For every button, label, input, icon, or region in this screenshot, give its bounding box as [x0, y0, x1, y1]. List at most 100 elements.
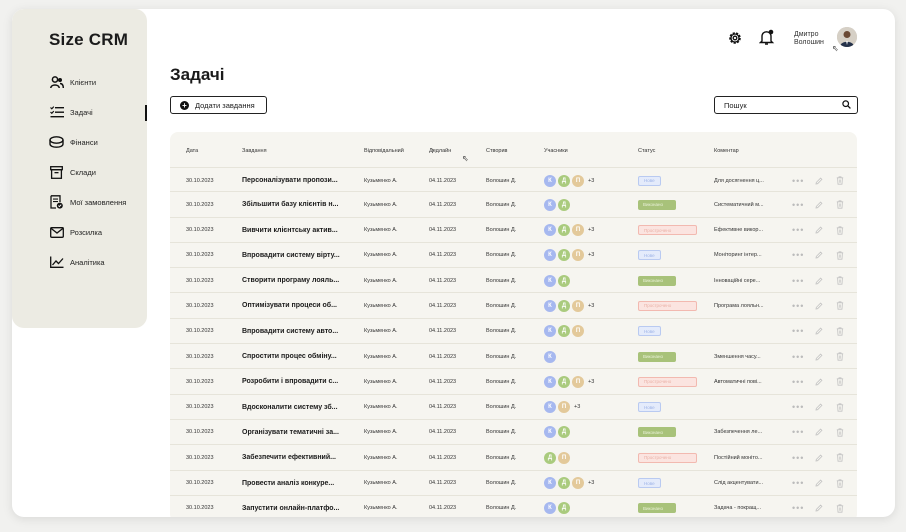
delete-trash-icon[interactable]: [836, 395, 844, 420]
participant-avatar[interactable]: Д: [558, 426, 570, 439]
settings-gear-icon[interactable]: [727, 30, 743, 46]
participant-avatar[interactable]: П: [558, 401, 570, 414]
user-avatar[interactable]: [837, 27, 857, 47]
participant-avatar[interactable]: П: [572, 249, 584, 262]
participant-avatar[interactable]: Д: [544, 451, 556, 464]
edit-pencil-icon[interactable]: [815, 471, 823, 496]
status-badge[interactable]: Прострочено: [638, 376, 697, 387]
edit-pencil-icon[interactable]: [815, 268, 823, 293]
edit-pencil-icon[interactable]: [815, 395, 823, 420]
sidebar-item-finance[interactable]: Фінанси: [12, 127, 147, 157]
more-options-icon[interactable]: •••: [792, 496, 804, 517]
row-task-title[interactable]: Організувати тематичні за...: [242, 420, 339, 445]
add-task-button[interactable]: + Додати завдання: [170, 96, 267, 114]
status-badge[interactable]: Нове: [638, 250, 661, 261]
table-row[interactable]: 30.10.2023 Розробити і впровадити с... Куз…: [170, 369, 857, 395]
table-row[interactable]: 30.10.2023 Збільшити базу клієнтів н... Ку…: [170, 192, 857, 218]
edit-pencil-icon[interactable]: [815, 344, 823, 369]
row-task-title[interactable]: Вдосконалити систему зб...: [242, 395, 338, 420]
search-icon[interactable]: [842, 96, 851, 114]
status-badge[interactable]: Нове: [638, 402, 661, 413]
delete-trash-icon[interactable]: [836, 496, 844, 517]
table-row[interactable]: 30.10.2023 Спростити процес обміну... Кузь…: [170, 344, 857, 370]
table-row[interactable]: 30.10.2023 Організувати тематичні за... Ку…: [170, 420, 857, 446]
column-header-responsible[interactable]: Відповідальний: [364, 148, 404, 154]
row-task-title[interactable]: Оптимізувати процеси об...: [242, 293, 337, 318]
participant-avatar[interactable]: К: [544, 401, 556, 414]
delete-trash-icon[interactable]: [836, 344, 844, 369]
participant-avatar[interactable]: Д: [558, 375, 570, 388]
status-badge[interactable]: Нове: [638, 478, 661, 489]
status-badge[interactable]: Нове: [638, 326, 661, 337]
delete-trash-icon[interactable]: [836, 268, 844, 293]
sidebar-item-my-orders[interactable]: Мої замовлення: [12, 187, 147, 217]
delete-trash-icon[interactable]: [836, 319, 844, 344]
participants-more-count[interactable]: +3: [588, 252, 594, 258]
edit-pencil-icon[interactable]: [815, 496, 823, 517]
participant-avatar[interactable]: П: [572, 477, 584, 490]
more-options-icon[interactable]: •••: [792, 218, 804, 243]
more-options-icon[interactable]: •••: [792, 319, 804, 344]
more-options-icon[interactable]: •••: [792, 395, 804, 420]
participant-avatar[interactable]: К: [544, 375, 556, 388]
row-task-title[interactable]: Персоналізувати пропози...: [242, 168, 338, 193]
participant-avatar[interactable]: К: [544, 299, 556, 312]
table-row[interactable]: 30.10.2023 Впровадити систему вірту... Куз…: [170, 243, 857, 269]
row-task-title[interactable]: Спростити процес обміну...: [242, 344, 337, 369]
more-options-icon[interactable]: •••: [792, 445, 804, 470]
participant-avatar[interactable]: К: [544, 325, 556, 338]
notification-bell-icon[interactable]: [758, 29, 775, 46]
delete-trash-icon[interactable]: [836, 192, 844, 217]
participant-avatar[interactable]: Д: [558, 249, 570, 262]
edit-pencil-icon[interactable]: [815, 319, 823, 344]
status-badge[interactable]: Виконано: [638, 503, 676, 514]
more-options-icon[interactable]: •••: [792, 268, 804, 293]
delete-trash-icon[interactable]: [836, 369, 844, 394]
sidebar-item-analytics[interactable]: Аналітика: [12, 247, 147, 277]
participant-avatar[interactable]: П: [558, 451, 570, 464]
participants-more-count[interactable]: +3: [588, 379, 594, 385]
participants-more-count[interactable]: +3: [588, 178, 594, 184]
participant-avatar[interactable]: Д: [558, 198, 570, 211]
status-badge[interactable]: Прострочено: [638, 225, 697, 236]
table-row[interactable]: 30.10.2023 Створити програму лояль... Кузь…: [170, 268, 857, 294]
participant-avatar[interactable]: П: [572, 299, 584, 312]
row-task-title[interactable]: Збільшити базу клієнтів н...: [242, 192, 338, 217]
table-row[interactable]: 30.10.2023 Провести аналіз конкуре... Кузь…: [170, 471, 857, 496]
participants-more-count[interactable]: +3: [588, 480, 594, 486]
more-options-icon[interactable]: •••: [792, 293, 804, 318]
table-row[interactable]: 30.10.2023 Забезпечити ефективний... Кузьм…: [170, 445, 857, 471]
participant-avatar[interactable]: Д: [558, 224, 570, 237]
row-task-title[interactable]: Вивчити клієнтську актив...: [242, 218, 338, 243]
sidebar-item-warehouses[interactable]: Склади: [12, 157, 147, 187]
participant-avatar[interactable]: Д: [558, 299, 570, 312]
participant-avatar[interactable]: Д: [558, 274, 570, 287]
participant-avatar[interactable]: П: [572, 174, 584, 187]
sidebar-item-tasks[interactable]: Задачі: [12, 97, 147, 127]
status-badge[interactable]: Нове: [638, 175, 661, 186]
row-task-title[interactable]: Провести аналіз конкуре...: [242, 471, 334, 496]
delete-trash-icon[interactable]: [836, 218, 844, 243]
delete-trash-icon[interactable]: [836, 420, 844, 445]
participant-avatar[interactable]: П: [572, 325, 584, 338]
participant-avatar[interactable]: К: [544, 502, 556, 515]
more-options-icon[interactable]: •••: [792, 243, 804, 268]
status-badge[interactable]: Виконано: [638, 427, 676, 438]
more-options-icon[interactable]: •••: [792, 192, 804, 217]
column-header-creator[interactable]: Створив: [486, 148, 507, 154]
table-row[interactable]: 30.10.2023 Вивчити клієнтську актив... Куз…: [170, 218, 857, 243]
participants-more-count[interactable]: +3: [574, 404, 580, 410]
participant-avatar[interactable]: К: [544, 174, 556, 187]
edit-pencil-icon[interactable]: [815, 369, 823, 394]
column-header-date[interactable]: Дата: [186, 148, 198, 154]
participant-avatar[interactable]: К: [544, 274, 556, 287]
edit-pencil-icon[interactable]: [815, 218, 823, 243]
edit-pencil-icon[interactable]: [815, 445, 823, 470]
delete-trash-icon[interactable]: [836, 471, 844, 496]
more-options-icon[interactable]: •••: [792, 168, 804, 193]
search-input[interactable]: [724, 100, 842, 110]
status-badge[interactable]: Виконано: [638, 351, 676, 362]
table-row[interactable]: 30.10.2023 Запустити онлайн-платфо... Кузь…: [170, 496, 857, 517]
status-badge[interactable]: Виконано: [638, 199, 676, 210]
participant-avatar[interactable]: Д: [558, 477, 570, 490]
